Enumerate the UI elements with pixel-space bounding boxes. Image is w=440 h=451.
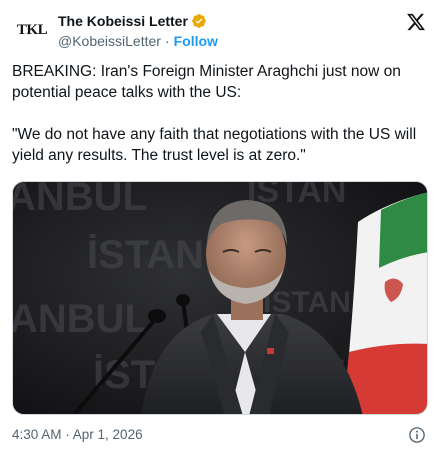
tweet-footer: 4:30 AM · Apr 1, 2026 [12, 426, 428, 446]
verified-badge-icon [192, 13, 206, 28]
backdrop-word: ANBUL [13, 182, 147, 219]
name-row: The Kobeissi Letter [58, 11, 218, 30]
tweet-photo[interactable]: ANBUL İSTAN İSTAN ANBUL İST ISTAN STAN [12, 181, 428, 415]
info-icon[interactable] [408, 426, 426, 444]
author-display-name[interactable]: The Kobeissi Letter [58, 13, 188, 29]
backdrop-word: ANBUL [13, 297, 149, 341]
author-block: The Kobeissi Letter @KobeissiLetter · Fo… [58, 11, 218, 51]
handle-row: @KobeissiLetter · Follow [58, 31, 218, 51]
tweet-card: TKL The Kobeissi Letter @KobeissiLetter … [0, 0, 440, 451]
tweet-text: BREAKING: Iran's Foreign Minister Araghc… [12, 63, 417, 164]
separator-dot: · [164, 33, 170, 49]
tweet-header: TKL The Kobeissi Letter @KobeissiLetter … [12, 10, 428, 50]
backdrop-word: İST [93, 353, 155, 397]
timestamp[interactable]: 4:30 AM · Apr 1, 2026 [12, 427, 143, 442]
photo-image: ANBUL İSTAN İSTAN ANBUL İST ISTAN STAN [13, 182, 427, 414]
x-logo-icon[interactable] [406, 12, 426, 32]
author-handle[interactable]: @KobeissiLetter [58, 33, 161, 49]
follow-button[interactable]: Follow [174, 33, 218, 49]
avatar[interactable]: TKL [12, 10, 52, 50]
backdrop-word: İSTAN [87, 233, 204, 277]
